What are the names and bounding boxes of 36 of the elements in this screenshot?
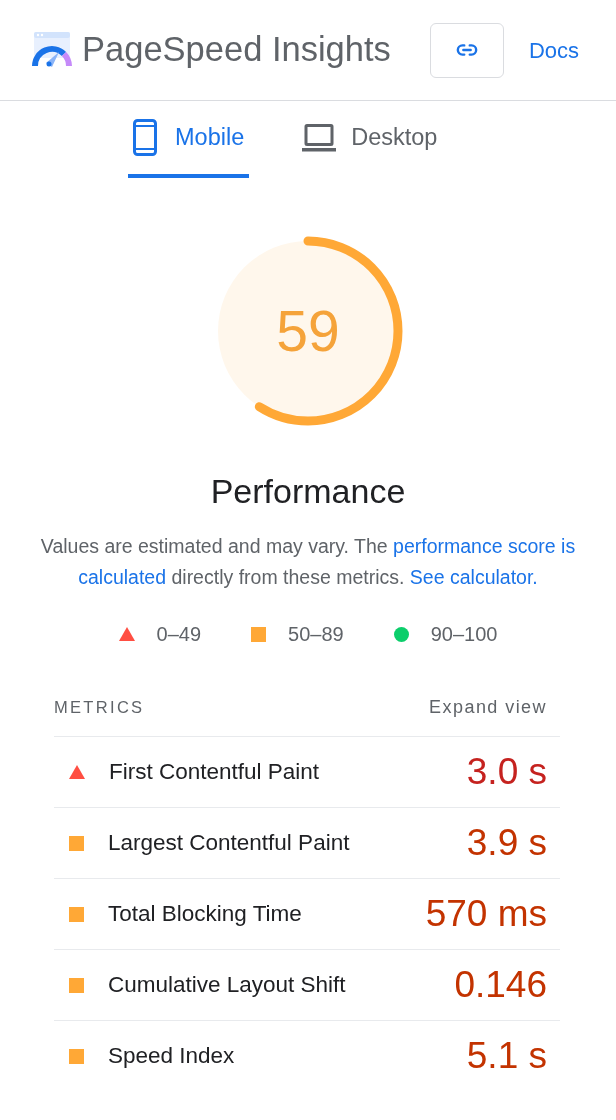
link-button[interactable] [429, 22, 504, 78]
square-icon [251, 626, 267, 642]
metric-name: Total Blocking Time [108, 900, 302, 929]
square-icon [69, 906, 84, 922]
square-icon [69, 1048, 84, 1064]
triangle-icon [69, 765, 85, 779]
metric-value: 5.1 s [466, 1034, 547, 1079]
speedometer-logo-icon [32, 31, 72, 69]
metric-name: First Contentful Paint [109, 758, 320, 787]
legend-label: 90–100 [430, 622, 498, 647]
metric-name: Largest Contentful Paint [108, 829, 350, 858]
legend-label: 50–89 [288, 622, 344, 647]
metric-value: 0.146 [454, 963, 547, 1008]
metric-name: Speed Index [108, 1042, 235, 1071]
text-link[interactable]: calculated [78, 566, 167, 588]
expand-view-button[interactable]: Expand view [429, 697, 547, 717]
metric-value: 3.0 s [466, 750, 547, 795]
category-title: Performance [210, 471, 406, 511]
square-icon [69, 835, 84, 851]
laptop-icon [302, 123, 337, 152]
device-tab[interactable]: Desktop [297, 101, 443, 178]
app-title: PageSpeed Insights [82, 29, 391, 71]
legend-label: 0–49 [156, 622, 202, 647]
square-icon [69, 977, 84, 993]
metric-value: 3.9 s [466, 821, 547, 866]
metric-value: 570 ms [425, 892, 547, 937]
docs-link[interactable]: Docs [528, 33, 579, 67]
section-heading: METRICS [54, 697, 145, 717]
description-text: Values are estimated and may vary. The performance score is calculated directly from these metrics. See calculator. [39, 534, 577, 590]
triangle-icon [118, 627, 135, 641]
device-tab[interactable]: Mobile [128, 101, 250, 178]
score-value: 59 [276, 301, 340, 361]
text-link[interactable]: See calculator. [409, 566, 538, 588]
metric-name: Cumulative Layout Shift [108, 971, 346, 1000]
text-link[interactable]: performance score is [393, 535, 576, 557]
phone-icon [133, 119, 157, 156]
